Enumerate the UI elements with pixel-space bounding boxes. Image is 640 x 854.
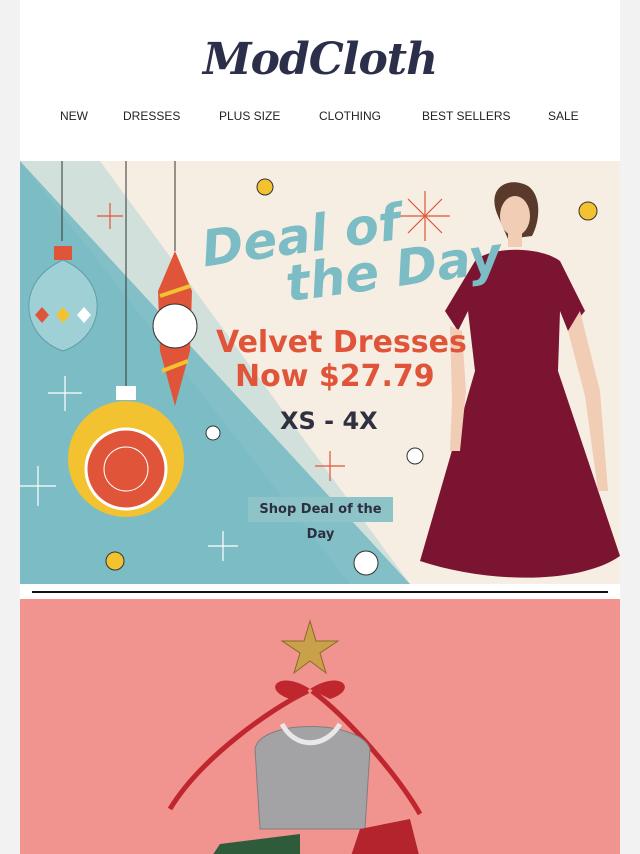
deal-of-the-day-banner[interactable]: Deal of the Day Velvet Dresses Now $27.7… — [20, 161, 620, 584]
nav-dresses[interactable]: DRESSES — [123, 109, 180, 123]
holiday-tree-artwork — [167, 619, 423, 854]
shop-deal-button[interactable]: Shop Deal of the Day — [248, 497, 393, 542]
gold-star-icon — [280, 619, 340, 675]
main-nav: NEW DRESSES PLUS SIZE CLOTHING BEST SELL… — [20, 109, 620, 125]
nav-clothing[interactable]: CLOTHING — [319, 109, 381, 123]
modcloth-logo[interactable]: ModCloth — [20, 34, 620, 85]
email-container: ModCloth NEW DRESSES PLUS SIZE CLOTHING … — [20, 0, 620, 854]
hero-subhead: Velvet Dresses — [216, 325, 467, 360]
nav-new[interactable]: NEW — [60, 109, 88, 123]
green-plaid-item — [213, 834, 300, 854]
nav-sale[interactable]: SALE — [548, 109, 579, 123]
nav-plus-size[interactable]: PLUS SIZE — [219, 109, 280, 123]
hero-size-range: XS - 4X — [280, 407, 378, 435]
section-divider — [32, 591, 608, 593]
hero-price: Now $27.79 — [235, 359, 435, 394]
holiday-outfit-tree-banner[interactable] — [20, 599, 620, 854]
nav-best-sellers[interactable]: BEST SELLERS — [422, 109, 511, 123]
